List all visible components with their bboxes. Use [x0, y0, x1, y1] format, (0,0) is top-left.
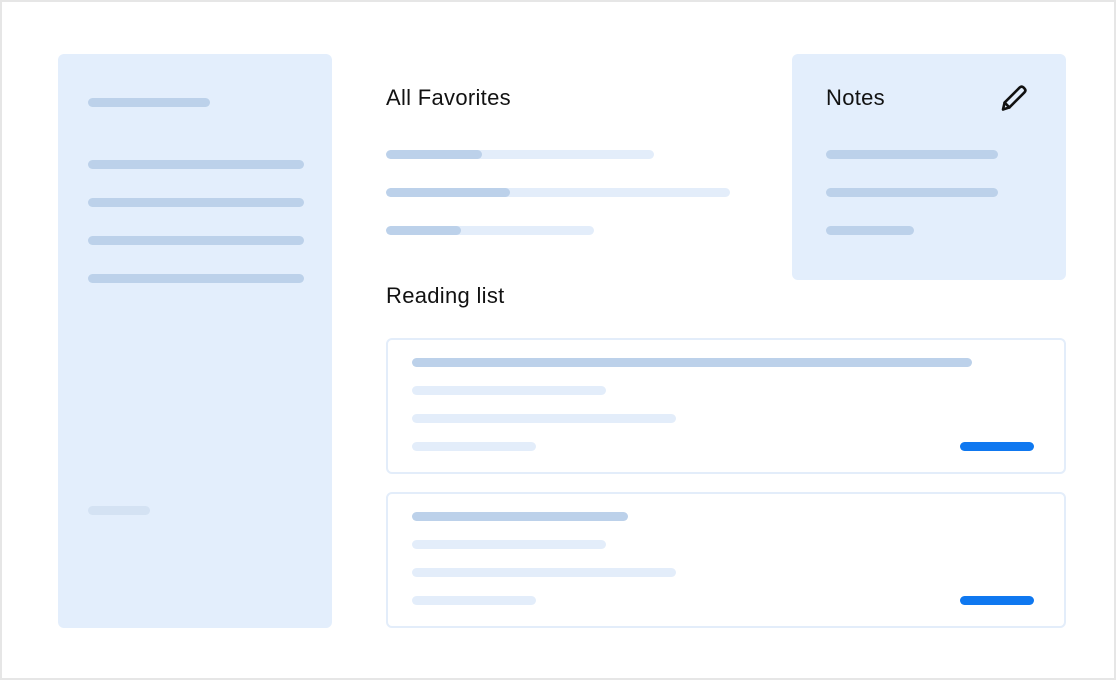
card-action-button[interactable] — [960, 442, 1034, 451]
card-line-placeholder — [412, 414, 676, 423]
card-meta-placeholder — [412, 442, 536, 451]
sidebar-item[interactable] — [88, 236, 304, 245]
sidebar-item[interactable] — [88, 274, 304, 283]
card-action-button[interactable] — [960, 596, 1034, 605]
card-title-placeholder — [412, 512, 628, 521]
card-title-placeholder — [412, 358, 972, 367]
sidebar-footer-item[interactable] — [88, 506, 150, 515]
app-frame: All Favorites Notes Reading list — [0, 0, 1116, 680]
card-line-placeholder — [412, 386, 606, 395]
sidebar-title-placeholder — [88, 98, 210, 107]
sidebar — [58, 54, 332, 628]
favorite-item[interactable] — [386, 226, 594, 235]
pencil-icon[interactable] — [996, 82, 1030, 116]
reading-list-heading: Reading list — [386, 283, 505, 308]
favorites-heading: All Favorites — [386, 85, 511, 110]
notes-heading: Notes — [826, 85, 885, 110]
card-line-placeholder — [412, 568, 676, 577]
favorite-progress-fill — [386, 150, 482, 159]
favorite-progress-fill — [386, 188, 510, 197]
favorite-item[interactable] — [386, 150, 654, 159]
card-meta-placeholder — [412, 596, 536, 605]
note-line-placeholder — [826, 150, 998, 159]
note-line-placeholder — [826, 226, 914, 235]
favorite-progress-fill — [386, 226, 461, 235]
note-line-placeholder — [826, 188, 998, 197]
sidebar-item[interactable] — [88, 198, 304, 207]
sidebar-item[interactable] — [88, 160, 304, 169]
favorite-item[interactable] — [386, 188, 730, 197]
card-line-placeholder — [412, 540, 606, 549]
